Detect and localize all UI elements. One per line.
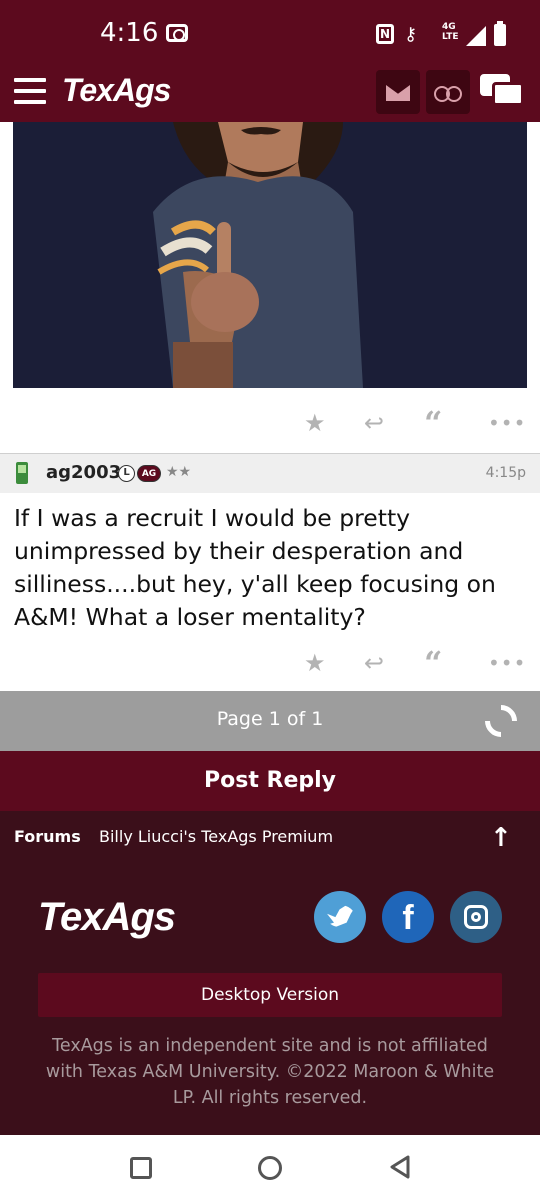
quote-icon[interactable]: “	[424, 647, 442, 679]
signal-icon	[466, 26, 486, 46]
star-icon[interactable]: ★	[304, 409, 326, 437]
screen-record-icon	[166, 24, 188, 42]
instagram-icon	[464, 905, 488, 929]
breadcrumb-board[interactable]: Billy Liucci's TexAgs Premium	[99, 827, 333, 846]
network-type-label: 4G LTE	[442, 22, 459, 42]
breadcrumb-forums[interactable]: Forums	[14, 827, 81, 846]
facebook-button[interactable]: f	[382, 891, 434, 943]
badge-ag: AG	[137, 465, 161, 482]
vpn-key-icon: ⚷	[404, 24, 418, 45]
post-body: If I was a recruit I would be pretty uni…	[14, 504, 496, 631]
status-clock: 4:16	[100, 18, 159, 48]
reply-icon[interactable]: ↩	[364, 649, 384, 677]
post-image[interactable]	[13, 122, 527, 388]
rating-stars: ★★	[166, 464, 192, 480]
refresh-icon[interactable]	[478, 698, 524, 744]
twitter-button[interactable]	[314, 891, 366, 943]
home-icon[interactable]	[258, 1156, 282, 1180]
binoculars-icon	[434, 84, 462, 102]
facebook-icon: f	[402, 899, 414, 937]
post-image-graphic	[13, 122, 527, 388]
menu-icon[interactable]	[14, 78, 46, 104]
app-header: TexAgs	[0, 64, 540, 122]
post-time: 4:15p	[485, 465, 526, 481]
post-reply-button[interactable]: Post Reply	[0, 751, 540, 811]
instagram-button[interactable]	[450, 891, 502, 943]
reply-icon[interactable]: ↩	[364, 409, 384, 437]
page-label[interactable]: Page 1 of 1	[0, 708, 540, 730]
mail-button[interactable]	[376, 70, 420, 114]
phone-icon	[16, 462, 28, 484]
pager: Page 1 of 1	[0, 691, 540, 751]
twitter-icon	[327, 905, 355, 927]
binoculars-button[interactable]	[426, 70, 470, 114]
more-icon[interactable]: •••	[488, 409, 526, 437]
footer-logo[interactable]: TexAgs	[38, 895, 176, 940]
desktop-version-button[interactable]: Desktop Version	[38, 973, 502, 1017]
status-bar: 4:16 N ⚷ 4G LTE	[0, 0, 540, 64]
recents-icon[interactable]	[130, 1157, 152, 1179]
scroll-up-icon[interactable]: ↑	[490, 823, 512, 853]
post-username[interactable]: ag2003	[46, 462, 121, 483]
android-nav-bar	[0, 1135, 540, 1200]
more-icon[interactable]: •••	[488, 649, 526, 677]
mail-icon	[386, 85, 410, 101]
site-logo[interactable]: TexAgs	[62, 72, 171, 109]
post-header: ag2003 L AG ★★ 4:15p	[0, 453, 540, 493]
quote-icon[interactable]: “	[424, 407, 442, 439]
battery-icon	[494, 21, 506, 46]
star-icon[interactable]: ★	[304, 649, 326, 677]
nfc-icon: N	[376, 24, 394, 44]
badge-l: L	[118, 465, 135, 482]
post-actions-2: ★ ↩ “ •••	[0, 643, 540, 683]
footer: TexAgs f Desktop Version TexAgs is an in…	[0, 865, 540, 1135]
chat-icon[interactable]	[480, 74, 524, 114]
breadcrumb: Forums Billy Liucci's TexAgs Premium ↑	[0, 811, 540, 865]
post-actions-1: ★ ↩ “ •••	[0, 403, 540, 443]
footer-disclaimer: TexAgs is an independent site and is not…	[45, 1036, 495, 1108]
back-icon[interactable]	[388, 1155, 412, 1179]
